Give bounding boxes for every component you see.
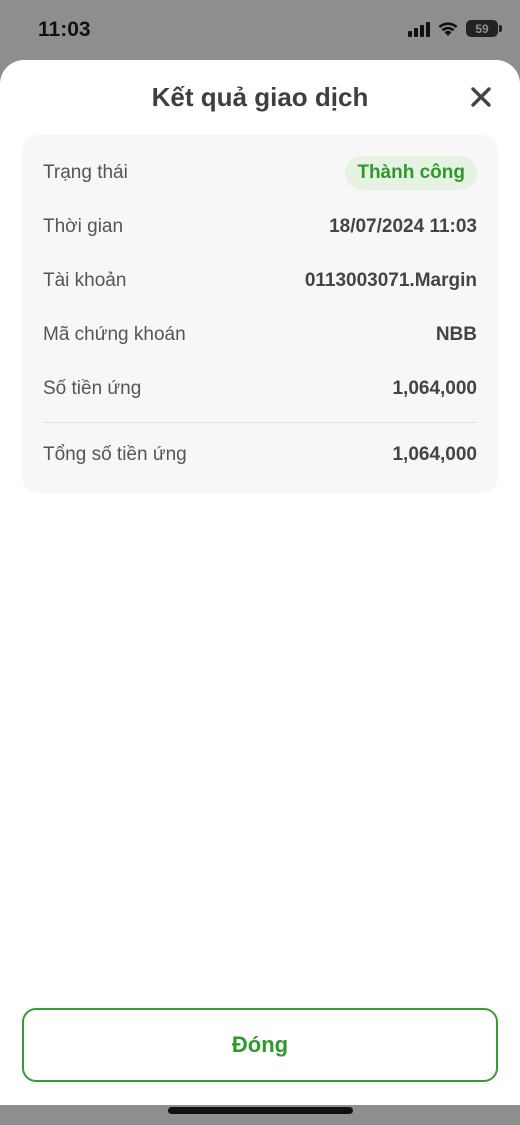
close-icon[interactable]: [468, 84, 494, 110]
status-icons: 59: [408, 20, 502, 37]
divider: [43, 422, 477, 423]
status-row: Trạng thái Thành công: [43, 156, 477, 190]
symbol-row: Mã chứng khoán NBB: [43, 318, 477, 352]
amount-value: 1,064,000: [392, 378, 477, 399]
status-badge: Thành công: [345, 156, 477, 190]
amount-label: Số tiền ứng: [43, 378, 142, 399]
symbol-value: NBB: [435, 324, 477, 345]
total-value: 1,064,000: [392, 444, 477, 465]
wifi-icon: [438, 21, 458, 36]
transaction-result-sheet: Kết quả giao dịch Trạng thái Thành công …: [0, 60, 520, 1105]
status-bar: 11:03 59: [0, 0, 520, 60]
time-label: Thời gian: [43, 216, 124, 237]
account-value: 0113003071.Margin: [304, 270, 477, 291]
symbol-label: Mã chứng khoán: [43, 324, 186, 345]
total-row: Tổng số tiền ứng 1,064,000: [43, 438, 477, 472]
time-value: 18/07/2024 11:03: [329, 216, 477, 237]
close-button[interactable]: Đóng: [22, 1008, 498, 1082]
total-label: Tổng số tiền ứng: [43, 444, 187, 465]
status-time: 11:03: [38, 18, 91, 41]
time-row: Thời gian 18/07/2024 11:03: [43, 210, 477, 244]
sheet-title: Kết quả giao dịch: [151, 82, 369, 112]
home-indicator[interactable]: [168, 1107, 353, 1114]
status-label: Trạng thái: [43, 162, 128, 183]
account-row: Tài khoản 0113003071.Margin: [43, 264, 477, 298]
transaction-details-card: Trạng thái Thành công Thời gian 18/07/20…: [22, 135, 498, 493]
amount-row: Số tiền ứng 1,064,000: [43, 372, 477, 406]
battery-icon: 59: [466, 20, 502, 37]
cellular-signal-icon: [408, 21, 430, 37]
close-x-glyph: [471, 87, 491, 107]
account-label: Tài khoản: [43, 270, 127, 291]
